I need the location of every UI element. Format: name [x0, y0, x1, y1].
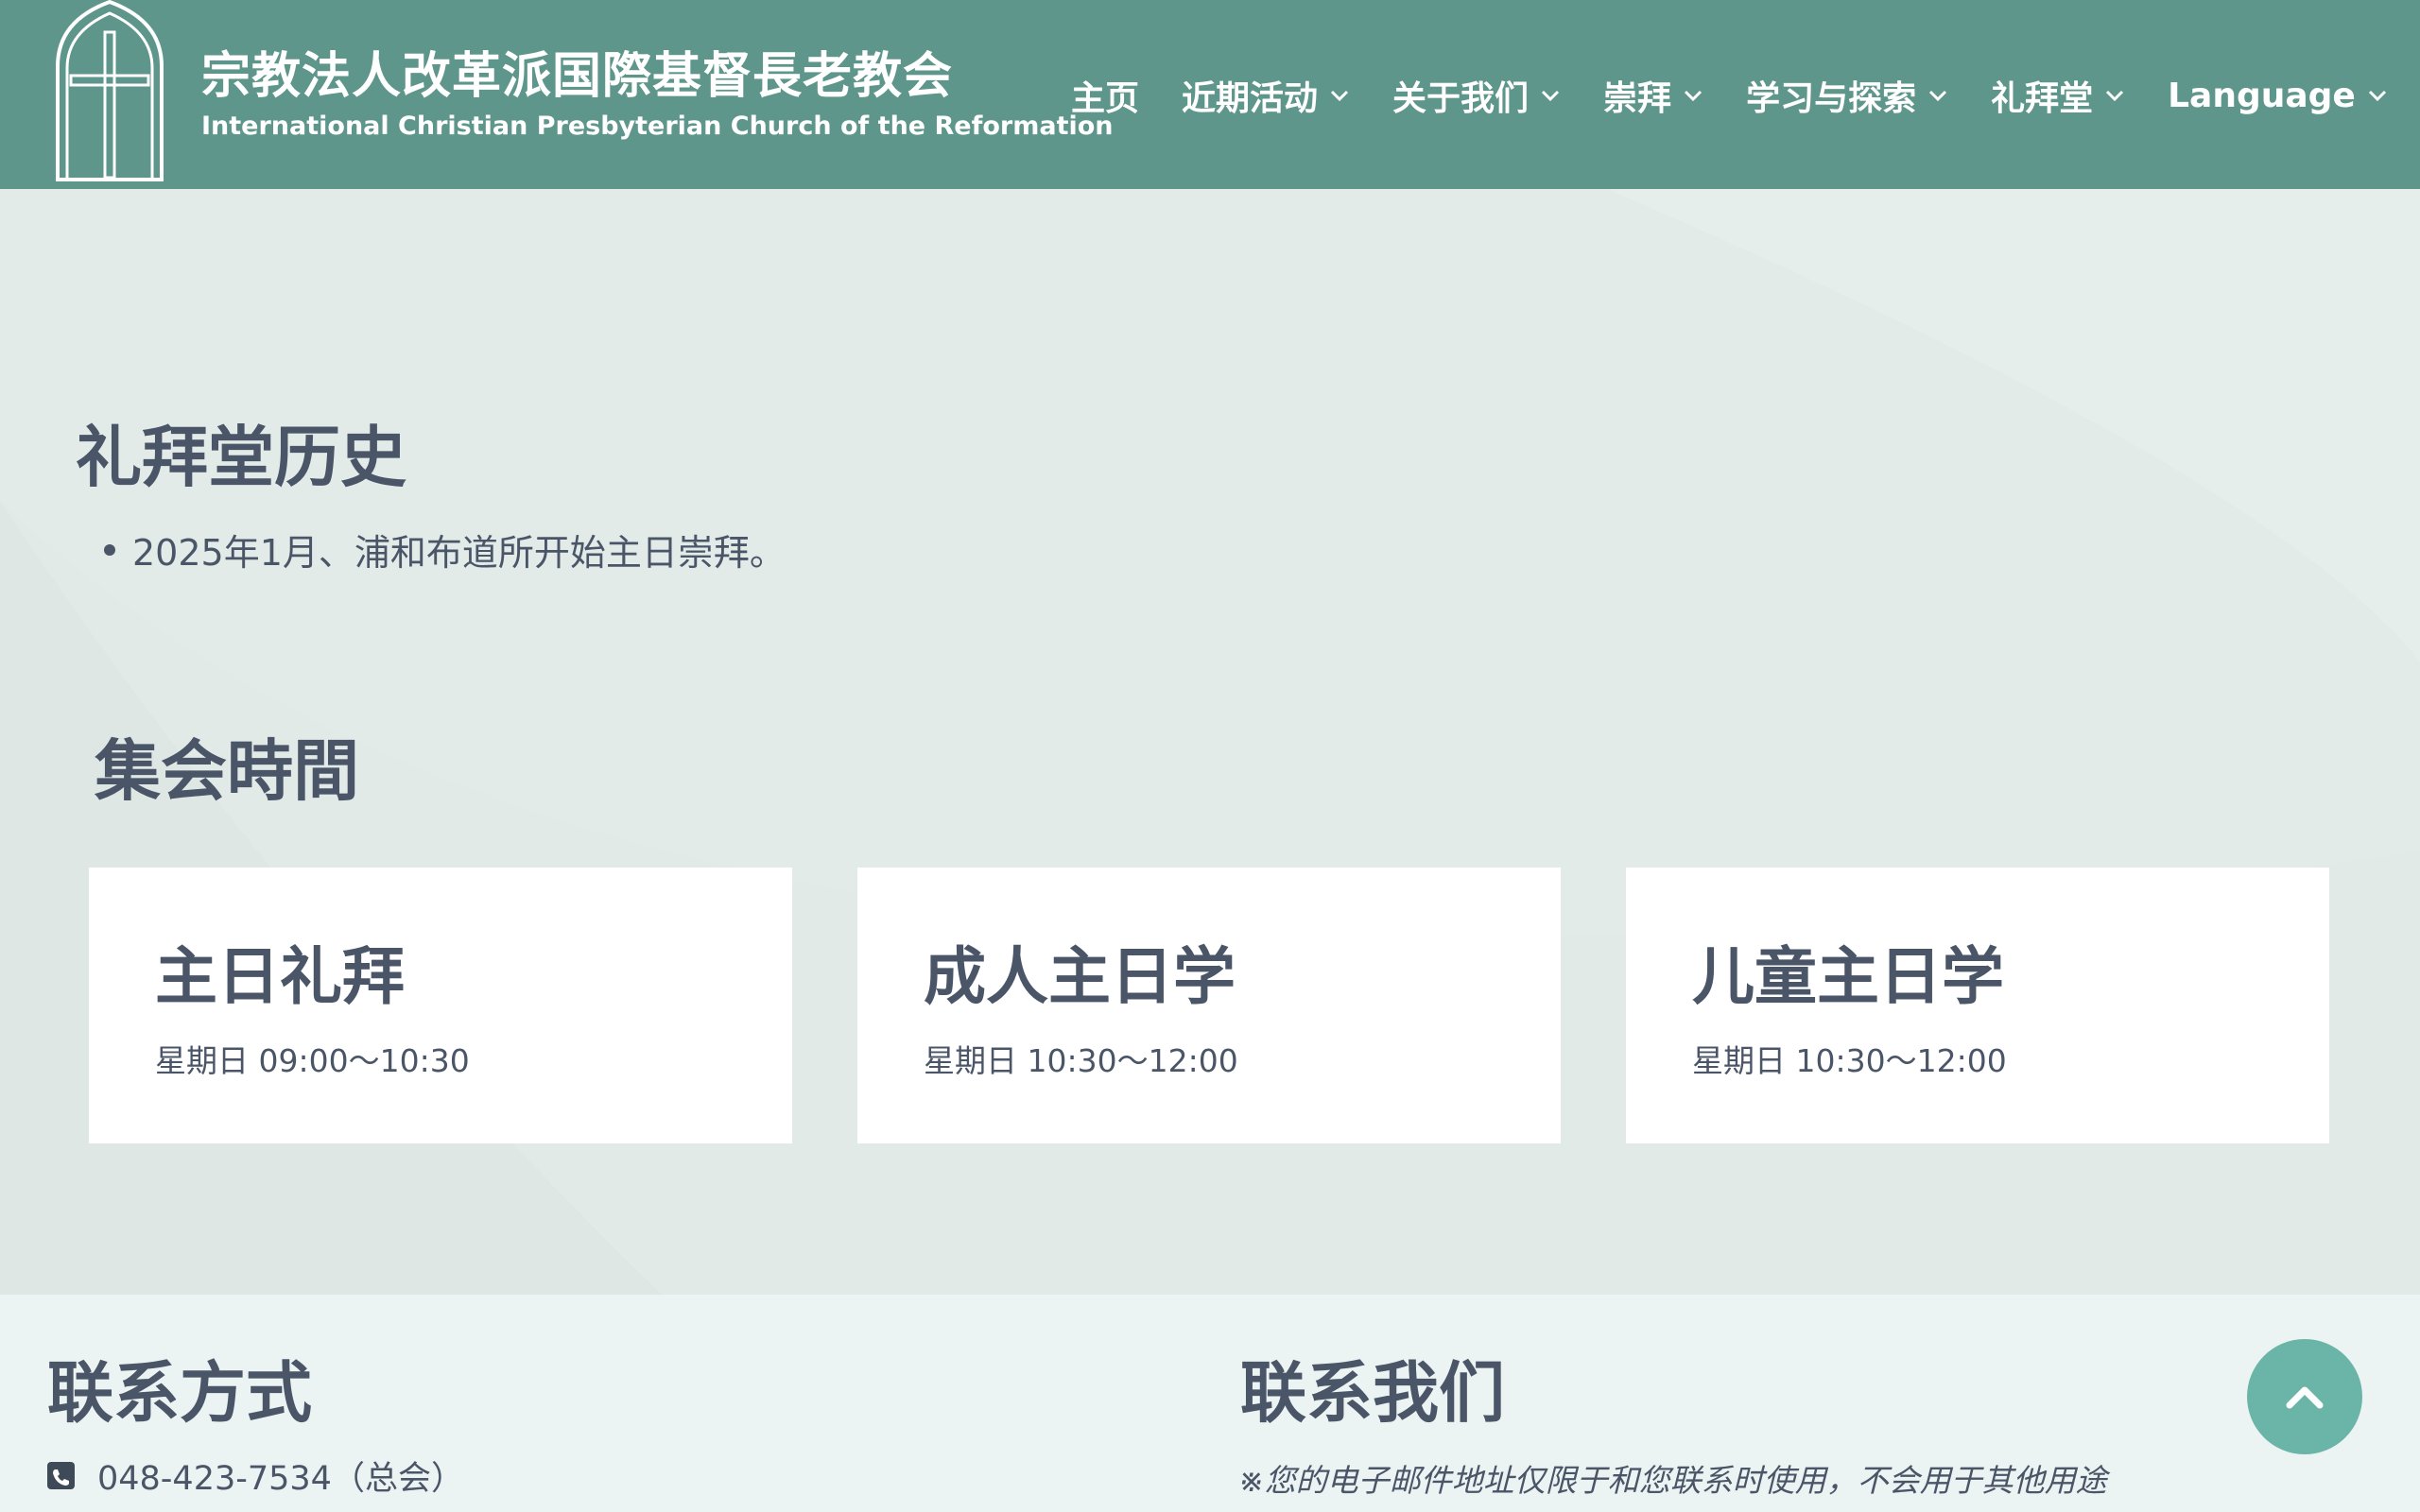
meeting-card-title: 主日礼拜: [155, 940, 405, 1013]
nav-item-label: 学习与探索: [1746, 79, 1917, 118]
site-subtitle[interactable]: International Christian Presbyterian Chu…: [201, 112, 1114, 141]
site-footer: 联系方式 048-423-7534（总会） 联系我们 ※您的电子邮件地址仅限于和…: [0, 1295, 2420, 1512]
meeting-card-title: 儿童主日学: [1692, 940, 2004, 1013]
nav-item-events[interactable]: 近期活动: [1182, 71, 1350, 120]
nav-item-learning[interactable]: 学习与探索: [1746, 71, 1948, 120]
chevron-down-icon: [2368, 90, 2386, 102]
meeting-card-time: 星期日 09:00～10:30: [155, 1042, 470, 1079]
nav-item-language[interactable]: Language: [2168, 77, 2388, 115]
meeting-card-time: 星期日 10:30～12:00: [1692, 1042, 2007, 1079]
site-title[interactable]: 宗教法人改革派国際基督長老教会: [201, 36, 953, 107]
chevron-down-icon: [1929, 90, 1947, 102]
meeting-card-children-sunday-school: 儿童主日学 星期日 10:30～12:00: [1626, 868, 2329, 1143]
church-cross-icon[interactable]: [52, 0, 167, 181]
nav-item-about[interactable]: 关于我们: [1392, 71, 1561, 120]
chevron-down-icon: [2106, 90, 2124, 102]
chevron-down-icon: [1685, 90, 1703, 102]
history-list: 2025年1月、浦和布道所开始主日崇拜。: [104, 524, 786, 576]
contact-us-heading: 联系我们: [1240, 1354, 1505, 1432]
chevron-down-icon: [1330, 90, 1349, 102]
nav-item-label: 关于我们: [1392, 79, 1530, 118]
chevron-up-icon: [2286, 1386, 2324, 1409]
meeting-card-adult-sunday-school: 成人主日学 星期日 10:30～12:00: [857, 868, 1561, 1143]
contact-info-heading: 联系方式: [47, 1354, 312, 1432]
chevron-down-icon: [1541, 90, 1560, 102]
nav-item-label: Language: [2168, 76, 2356, 115]
phone-icon: [47, 1462, 75, 1489]
meeting-times-heading: 集会時間: [95, 732, 359, 810]
phone-contact[interactable]: 048-423-7534（总会）: [47, 1452, 464, 1500]
nav-item-chapel[interactable]: 礼拜堂: [1991, 71, 2125, 120]
main-content: 礼拜堂历史 2025年1月、浦和布道所开始主日崇拜。 集会時間 主日礼拜 星期日…: [0, 189, 2420, 1295]
back-to-top-button[interactable]: [2247, 1339, 2362, 1454]
nav-item-worship[interactable]: 崇拜: [1603, 71, 1703, 120]
meeting-card-title: 成人主日学: [924, 940, 1236, 1013]
nav-item-label: 礼拜堂: [1991, 79, 2094, 118]
nav-item-label: 主页: [1071, 79, 1140, 118]
nav-item-home[interactable]: 主页: [1071, 71, 1139, 120]
nav-item-label: 近期活动: [1182, 79, 1319, 118]
phone-number: 048-423-7534（总会）: [97, 1460, 464, 1498]
main-nav: 主页 近期活动 关于我们 崇拜 学习与探索 礼拜堂 Language: [1071, 72, 2388, 119]
meeting-card-time: 星期日 10:30～12:00: [924, 1042, 1238, 1079]
meeting-card-sunday-worship: 主日礼拜 星期日 09:00～10:30: [89, 868, 792, 1143]
list-item: 2025年1月、浦和布道所开始主日崇拜。: [104, 524, 786, 576]
chapel-history-heading: 礼拜堂历史: [76, 419, 406, 496]
nav-item-label: 崇拜: [1603, 79, 1672, 118]
email-privacy-note: ※您的电子邮件地址仅限于和您联系时使用，不会用于其他用途: [1238, 1462, 2107, 1499]
site-header: 宗教法人改革派国際基督長老教会 International Christian …: [0, 0, 2420, 189]
